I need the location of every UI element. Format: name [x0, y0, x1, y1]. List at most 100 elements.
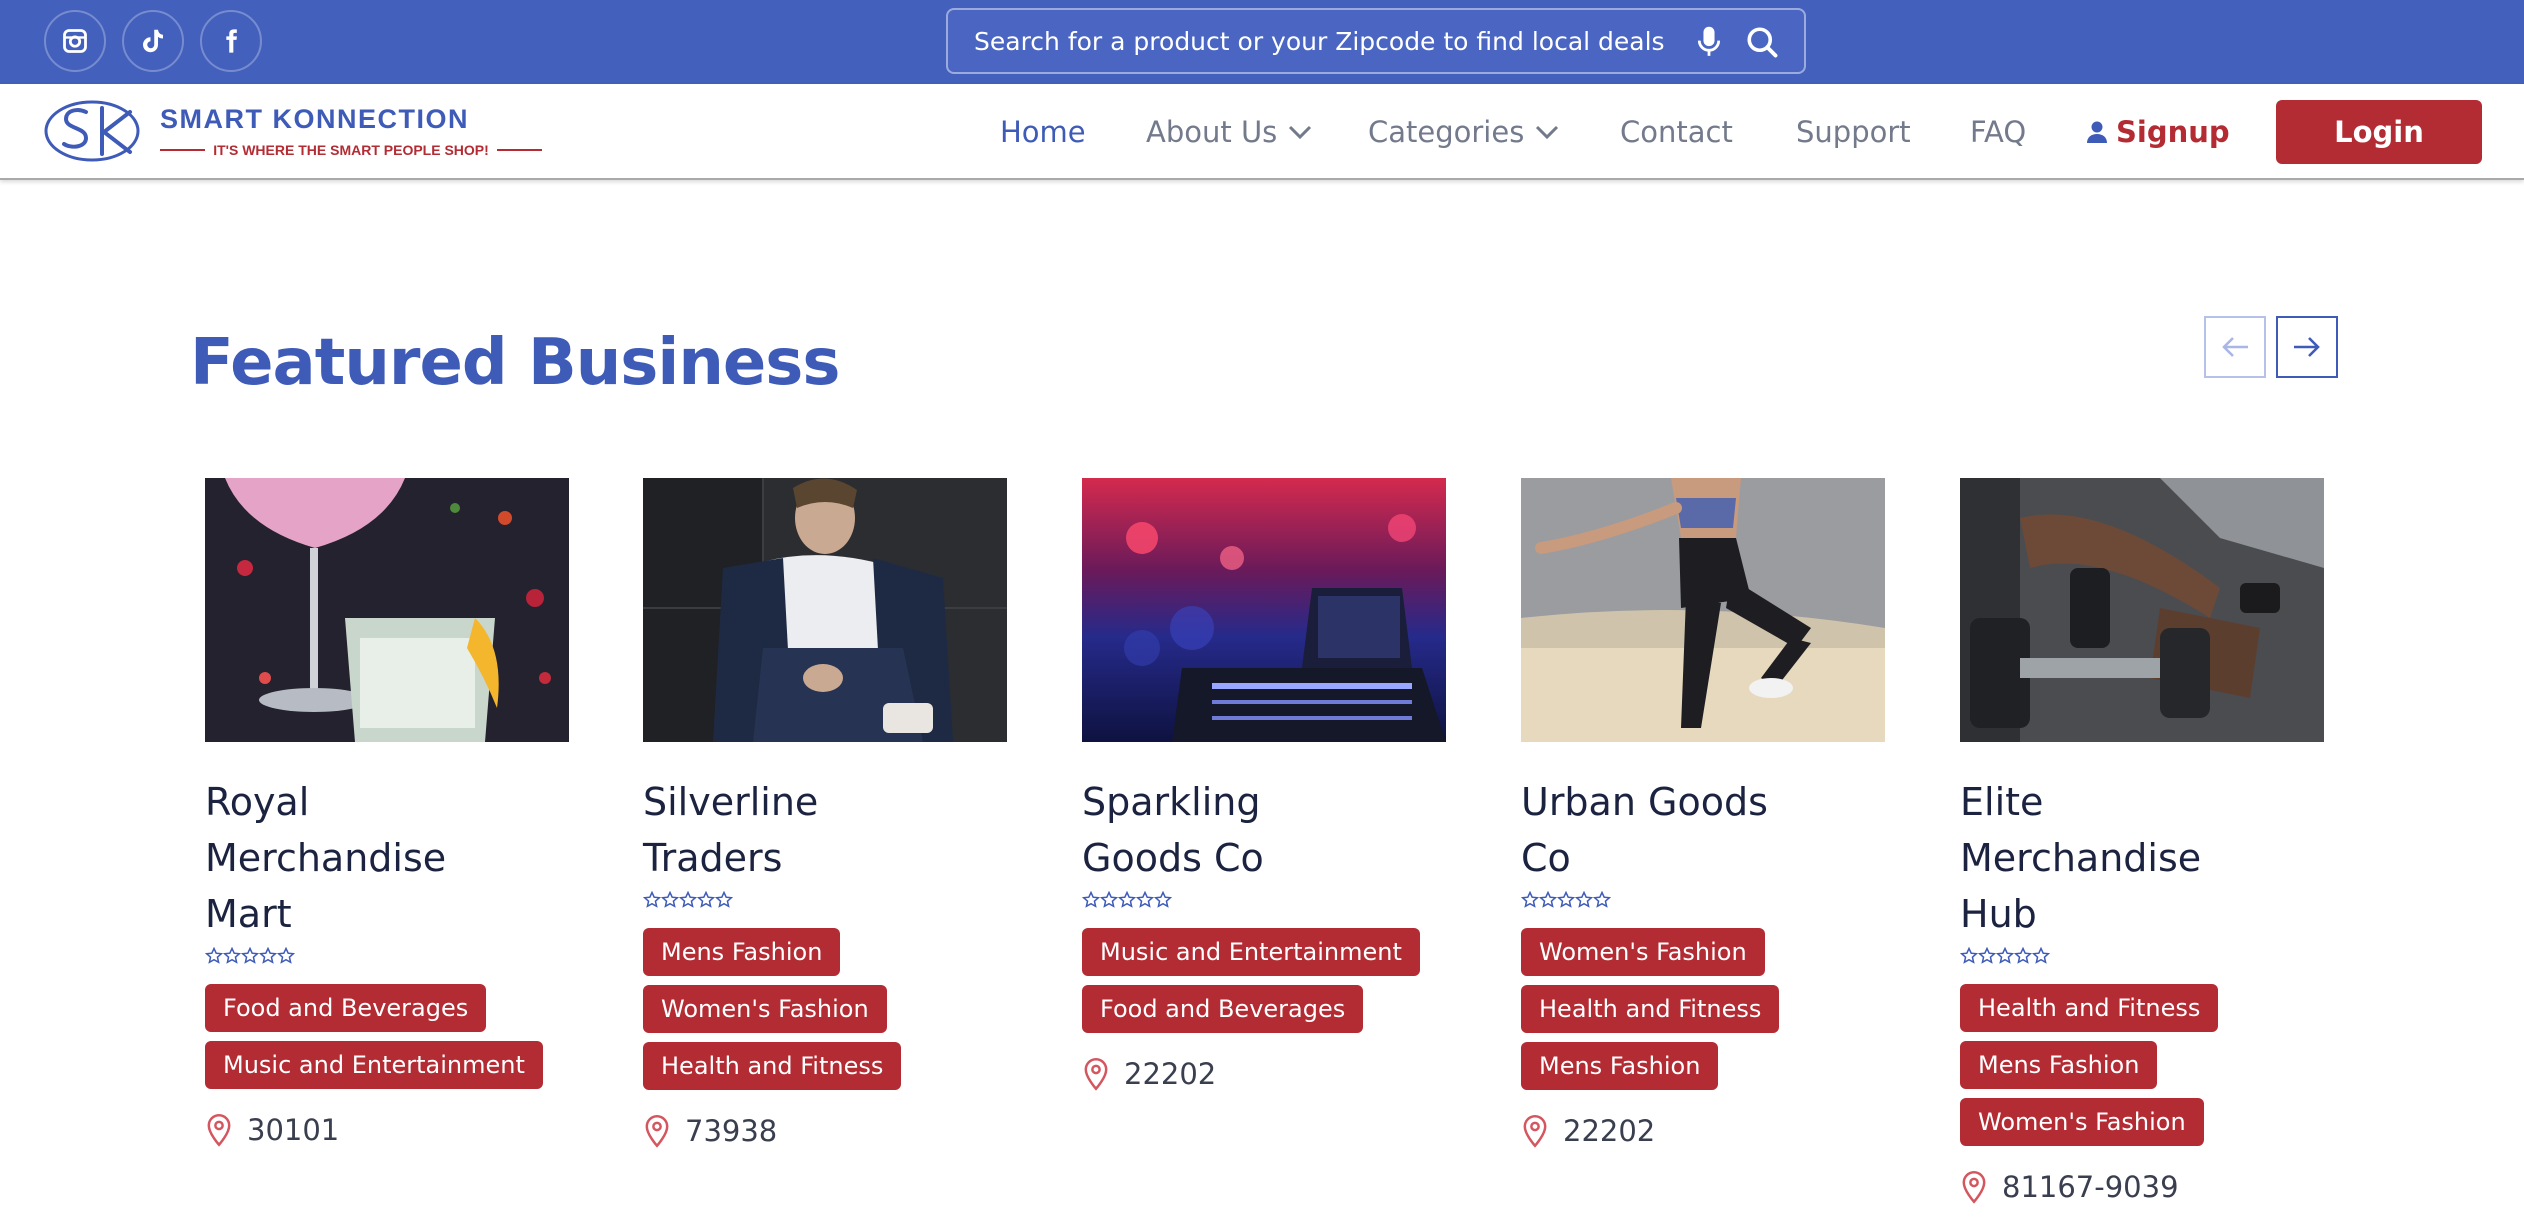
concert-stage-photo [1082, 478, 1446, 742]
category-tag[interactable]: Food and Beverages [1082, 985, 1364, 1033]
star-icon [1136, 891, 1154, 908]
signup-link[interactable]: Signup [2086, 84, 2230, 180]
carousel-next-button[interactable] [2276, 316, 2338, 378]
category-tags: Health and Fitness Mens Fashion Women's … [1960, 984, 2324, 1146]
category-tag[interactable]: Women's Fashion [1521, 928, 1765, 976]
nav-about-us[interactable]: About Us [1146, 84, 1313, 180]
star-icon [259, 947, 277, 964]
rating-stars [205, 942, 569, 970]
star-icon [1557, 891, 1575, 908]
rating-stars [1960, 942, 2324, 970]
star-icon [2014, 947, 2032, 964]
star-icon [1978, 947, 1996, 964]
nav-faq[interactable]: FAQ [1970, 84, 2026, 180]
instagram-icon[interactable] [44, 10, 106, 72]
category-tags: Women's Fashion Health and Fitness Mens … [1521, 928, 1885, 1090]
search-input[interactable] [974, 10, 1674, 72]
business-card[interactable]: Royal Merchandise Mart Food and Beverage… [205, 478, 569, 1147]
zip-code: 81167-9039 [2002, 1170, 2179, 1204]
man-fashion-photo [643, 478, 1007, 742]
tiktok-icon[interactable] [122, 10, 184, 72]
category-tag[interactable]: Health and Fitness [643, 1042, 902, 1090]
business-name[interactable]: Sparkling Goods Co [1082, 774, 1382, 886]
business-name[interactable]: Urban Goods Co [1521, 774, 1821, 886]
brand-logo-mark [44, 100, 140, 162]
star-icon [697, 891, 715, 908]
star-icon [1539, 891, 1557, 908]
business-card[interactable]: Silverline Traders Mens Fashion Women's … [643, 478, 1007, 1148]
category-tag[interactable]: Women's Fashion [643, 985, 887, 1033]
woman-fitness-photo [1521, 478, 1885, 742]
microphone-icon[interactable] [1692, 24, 1726, 64]
star-icon [1100, 891, 1118, 908]
business-name[interactable]: Elite Merchandise Hub [1960, 774, 2260, 942]
rating-stars [1521, 886, 1885, 914]
location-pin-icon [645, 1115, 669, 1148]
gym-dumbbell-photo [1960, 478, 2324, 742]
category-tag[interactable]: Women's Fashion [1960, 1098, 2204, 1146]
category-tag[interactable]: Mens Fashion [643, 928, 841, 976]
brand-logo[interactable]: SMART KONNECTION IT'S WHERE THE SMART PE… [44, 98, 543, 166]
business-name[interactable]: Silverline Traders [643, 774, 943, 886]
star-icon [223, 947, 241, 964]
search-icon[interactable] [1744, 24, 1780, 64]
zip-code: 73938 [685, 1114, 778, 1148]
category-tags: Mens Fashion Women's Fashion Health and … [643, 928, 1007, 1090]
star-icon [241, 947, 259, 964]
star-icon [1996, 947, 2014, 964]
zip-location: 22202 [1521, 1114, 1885, 1148]
star-icon [679, 891, 697, 908]
arrow-left-icon [2222, 337, 2248, 357]
category-tag[interactable]: Mens Fashion [1960, 1041, 2158, 1089]
category-tag[interactable]: Health and Fitness [1521, 985, 1780, 1033]
zip-code: 22202 [1563, 1114, 1656, 1148]
business-card[interactable]: Elite Merchandise Hub Health and Fitness… [1960, 478, 2324, 1204]
zip-location: 22202 [1082, 1057, 1446, 1091]
nav-contact[interactable]: Contact [1620, 84, 1733, 180]
rating-stars [643, 886, 1007, 914]
zip-location: 73938 [643, 1114, 1007, 1148]
carousel-prev-button[interactable] [2204, 316, 2266, 378]
chevron-down-icon [1289, 125, 1312, 140]
facebook-icon[interactable] [200, 10, 262, 72]
star-icon [661, 891, 679, 908]
business-card[interactable]: Sparkling Goods Co Music and Entertainme… [1082, 478, 1446, 1091]
nav-about-us-label: About Us [1146, 115, 1278, 149]
location-pin-icon [1084, 1058, 1108, 1091]
category-tag[interactable]: Mens Fashion [1521, 1042, 1719, 1090]
location-pin-icon [207, 1114, 231, 1147]
signup-label: Signup [2116, 115, 2230, 149]
category-tag[interactable]: Music and Entertainment [1082, 928, 1420, 976]
star-icon [205, 947, 223, 964]
star-icon [1521, 891, 1539, 908]
nav-support[interactable]: Support [1796, 84, 1911, 180]
business-name[interactable]: Royal Merchandise Mart [205, 774, 505, 942]
star-icon [277, 947, 295, 964]
main-navbar: SMART KONNECTION IT'S WHERE THE SMART PE… [0, 84, 2524, 180]
nav-home[interactable]: Home [1000, 84, 1086, 180]
category-tags: Music and Entertainment Food and Beverag… [1082, 928, 1446, 1033]
brand-tagline-text: IT'S WHERE THE SMART PEOPLE SHOP! [213, 142, 489, 158]
brand-tagline: IT'S WHERE THE SMART PEOPLE SHOP! [160, 142, 543, 158]
nav-categories-label: Categories [1368, 115, 1525, 149]
location-pin-icon [1962, 1171, 1986, 1204]
brand-name: SMART KONNECTION [160, 104, 469, 134]
star-icon [643, 891, 661, 908]
top-bar [0, 0, 2524, 84]
category-tags: Food and Beverages Music and Entertainme… [205, 984, 569, 1089]
login-button[interactable]: Login [2276, 100, 2482, 164]
business-card[interactable]: Urban Goods Co Women's Fashion Health an… [1521, 478, 1885, 1148]
category-tag[interactable]: Health and Fitness [1960, 984, 2219, 1032]
star-icon [2032, 947, 2050, 964]
user-icon [2087, 121, 2107, 143]
nav-categories[interactable]: Categories [1368, 84, 1560, 180]
star-icon [1154, 891, 1172, 908]
zip-code: 30101 [247, 1113, 340, 1147]
chevron-down-icon [1536, 125, 1559, 140]
zip-code: 22202 [1124, 1057, 1217, 1091]
category-tag[interactable]: Music and Entertainment [205, 1041, 543, 1089]
section-title: Featured Business [190, 326, 840, 400]
star-icon [1593, 891, 1611, 908]
zip-location: 81167-9039 [1960, 1170, 2324, 1204]
category-tag[interactable]: Food and Beverages [205, 984, 487, 1032]
